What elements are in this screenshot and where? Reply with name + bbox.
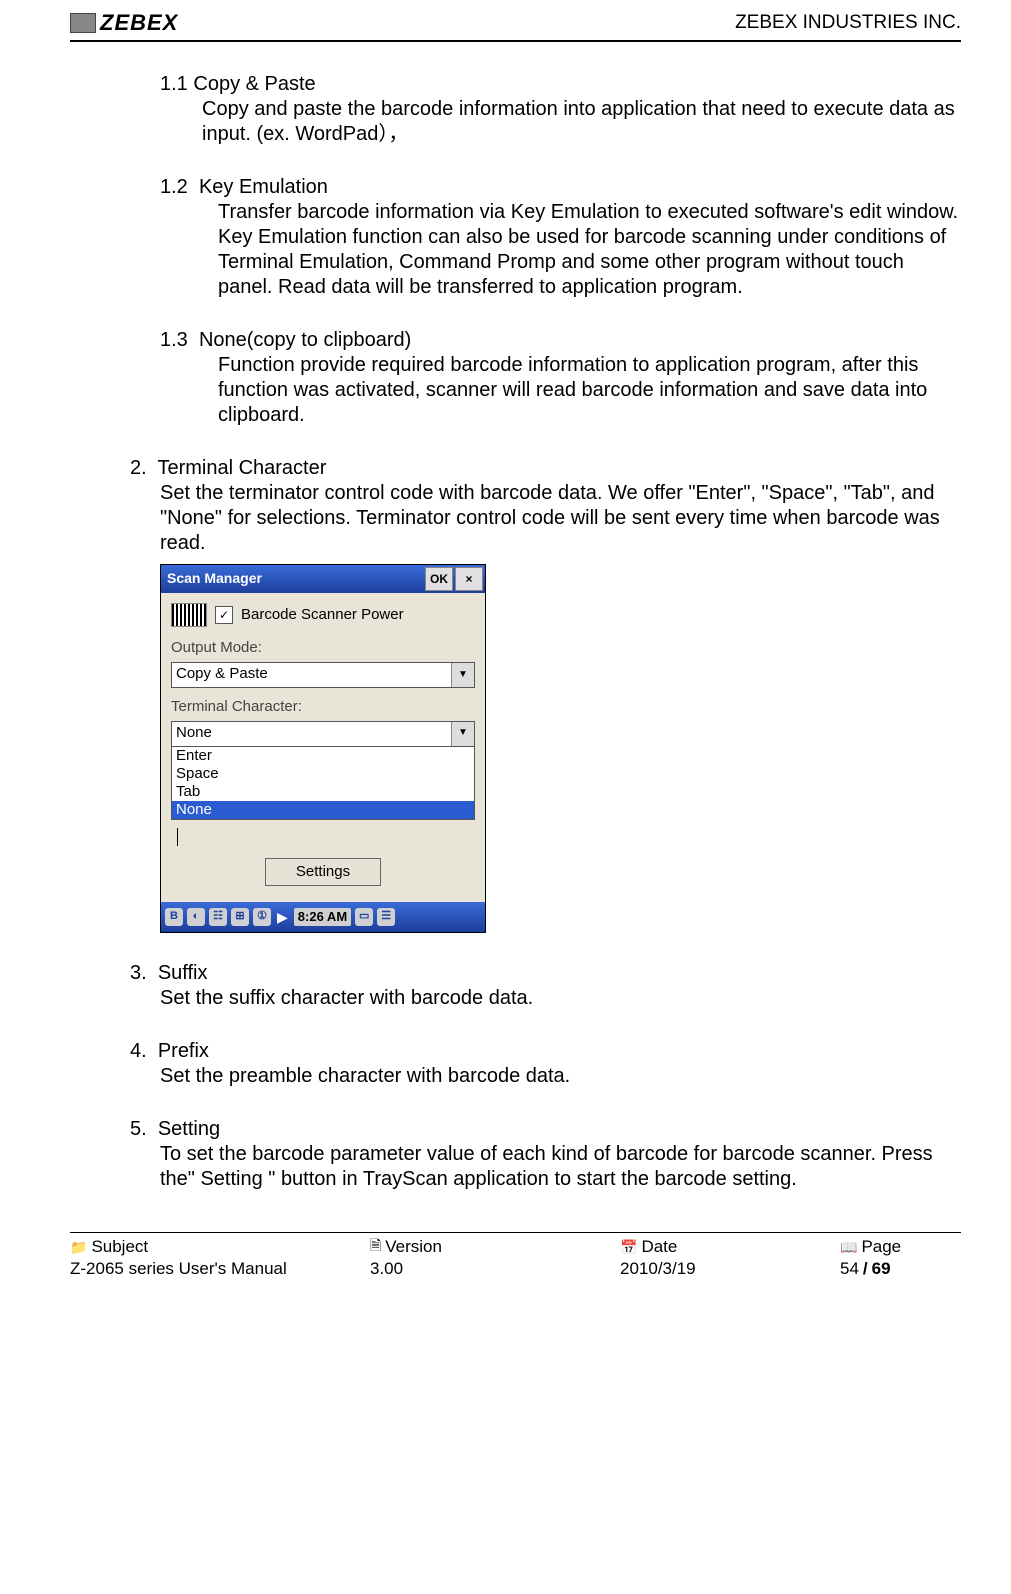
footer-subject-value: Z-2065 series User's Manual — [70, 1259, 287, 1279]
footer-version-label: Version — [385, 1237, 442, 1257]
section-3: 3. Suffix Set the suffix character with … — [130, 961, 961, 1011]
chevron-down-icon[interactable]: ▼ — [451, 722, 474, 746]
page-footer: 📁Subject 🗎Version 📅Date 📖Page Z-2065 ser… — [70, 1232, 961, 1279]
terminal-char-listbox[interactable]: Enter Space Tab None — [171, 746, 475, 820]
section-body: Set the preamble character with barcode … — [130, 1064, 961, 1089]
footer-page-sep: / — [863, 1259, 868, 1279]
terminal-char-combo[interactable]: None ▼ — [171, 721, 475, 747]
taskbar-tray1-icon[interactable]: ▭ — [355, 908, 373, 926]
power-label: Barcode Scanner Power — [241, 606, 404, 625]
section-number: 5. — [130, 1118, 147, 1140]
output-mode-combo[interactable]: Copy & Paste ▼ — [171, 662, 475, 688]
taskbar-num-icon[interactable]: ① — [253, 908, 271, 926]
section-body: Transfer barcode information via Key Emu… — [160, 200, 961, 300]
text-caret — [177, 828, 475, 846]
option-tab[interactable]: Tab — [172, 783, 474, 801]
section-title: None(copy to clipboard) — [199, 329, 411, 351]
company-name: ZEBEX INDUSTRIES INC. — [735, 12, 961, 34]
section-4: 4. Prefix Set the preamble character wit… — [130, 1039, 961, 1089]
output-mode-value: Copy & Paste — [172, 663, 451, 687]
page-icon: 📖 — [840, 1239, 857, 1256]
section-number: 4. — [130, 1040, 147, 1062]
page-header: ZEBEX ZEBEX INDUSTRIES INC. — [70, 10, 961, 42]
folder-icon: 📁 — [70, 1239, 87, 1256]
section-body: To set the barcode parameter value of ea… — [130, 1142, 961, 1192]
taskbar-net-icon[interactable]: ☷ — [209, 908, 227, 926]
taskbar-b-icon[interactable]: B — [165, 908, 183, 926]
section-number: 1.2 — [160, 176, 188, 198]
section-body: Function provide required barcode inform… — [160, 353, 961, 428]
taskbar-arrow-icon: ▶ — [275, 909, 290, 927]
section-1-3: 1.3 None(copy to clipboard) Function pro… — [160, 328, 961, 428]
barcode-icon — [171, 603, 207, 627]
footer-version-value: 3.00 — [370, 1259, 403, 1279]
logo-mark-icon — [70, 13, 96, 33]
section-title: Terminal Character — [157, 457, 326, 479]
section-1-2: 1.2 Key Emulation Transfer barcode infor… — [160, 175, 961, 300]
footer-subject-label: Subject — [91, 1237, 148, 1257]
section-title: Suffix — [158, 962, 208, 984]
terminal-char-label: Terminal Character: — [171, 698, 475, 717]
section-title: Key Emulation — [199, 176, 328, 198]
titlebar: Scan Manager OK × — [161, 565, 485, 593]
section-5: 5. Setting To set the barcode parameter … — [130, 1117, 961, 1192]
window-title: Scan Manager — [167, 570, 262, 588]
logo-text: ZEBEX — [100, 10, 178, 36]
chevron-down-icon[interactable]: ▼ — [451, 663, 474, 687]
scan-manager-screenshot: Scan Manager OK × ✓ Barcode Scanner Powe… — [160, 564, 486, 933]
taskbar-win-icon[interactable]: ⊞ — [231, 908, 249, 926]
version-icon: 🗎 — [370, 1235, 381, 1259]
section-title: Prefix — [158, 1040, 209, 1062]
ok-button[interactable]: OK — [425, 567, 453, 591]
content-body: 1.1 Copy & Paste Copy and paste the barc… — [70, 72, 961, 1192]
option-enter[interactable]: Enter — [172, 747, 474, 765]
terminal-char-value: None — [172, 722, 451, 746]
power-checkbox[interactable]: ✓ — [215, 606, 233, 624]
taskbar-tray2-icon[interactable]: ☰ — [377, 908, 395, 926]
section-number: 3. — [130, 962, 147, 984]
footer-page-total: 69 — [872, 1259, 891, 1279]
section-number: 1.1 — [160, 73, 188, 95]
section-1-1: 1.1 Copy & Paste Copy and paste the barc… — [160, 72, 961, 147]
section-number: 2. — [130, 457, 147, 479]
settings-button[interactable]: Settings — [265, 858, 381, 887]
section-body: Set the suffix character with barcode da… — [130, 986, 961, 1011]
footer-date-value: 2010/3/19 — [620, 1259, 696, 1279]
section-2: 2. Terminal Character Set the terminator… — [130, 456, 961, 933]
taskbar-app-icon[interactable]: ◐ — [187, 908, 205, 926]
section-title: Copy & Paste — [193, 73, 315, 95]
footer-page-label: Page — [861, 1237, 901, 1257]
close-button[interactable]: × — [455, 567, 483, 591]
output-mode-label: Output Mode: — [171, 639, 475, 658]
taskbar-clock[interactable]: 8:26 AM — [294, 908, 351, 926]
footer-date-label: Date — [641, 1237, 677, 1257]
section-body: Set the terminator control code with bar… — [130, 481, 961, 556]
footer-page-current: 54 — [840, 1259, 859, 1279]
taskbar: B ◐ ☷ ⊞ ① ▶ 8:26 AM ▭ ☰ — [161, 902, 485, 932]
section-body: Copy and paste the barcode information i… — [160, 97, 961, 147]
section-title: Setting — [158, 1118, 220, 1140]
date-icon: 📅 — [620, 1239, 637, 1256]
option-space[interactable]: Space — [172, 765, 474, 783]
logo: ZEBEX — [70, 10, 178, 36]
section-number: 1.3 — [160, 329, 188, 351]
option-none[interactable]: None — [172, 801, 474, 819]
